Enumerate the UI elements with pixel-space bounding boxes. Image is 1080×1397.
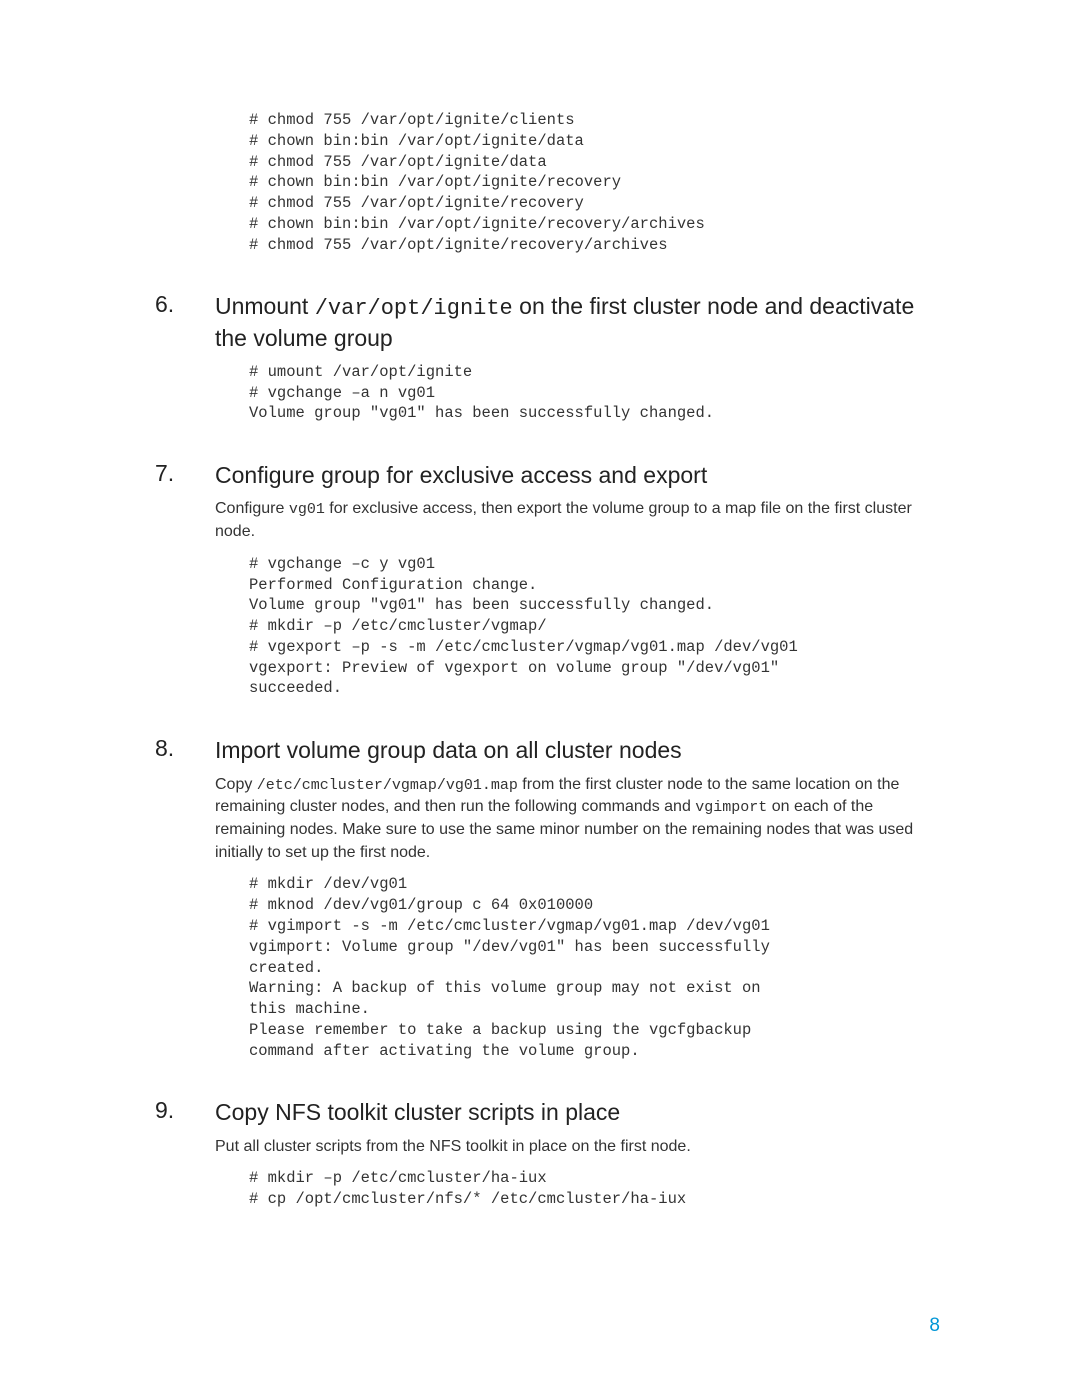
para-text-mono2: vgimport [695, 799, 767, 816]
para-9: Put all cluster scripts from the NFS too… [215, 1136, 940, 1159]
page: # chmod 755 /var/opt/ignite/clients # ch… [0, 0, 1080, 1397]
para-text-a1: Copy [215, 776, 257, 793]
section-9: 9. Copy NFS toolkit cluster scripts in p… [155, 1097, 940, 1210]
heading-text-mono: /var/opt/ignite [315, 296, 513, 321]
para-text-mono: vg01 [289, 501, 325, 518]
para-8: Copy /etc/cmcluster/vgmap/vg01.map from … [215, 774, 940, 865]
heading-number: 9. [155, 1097, 215, 1124]
heading-text-pre: Unmount [215, 293, 315, 319]
heading-text: Copy NFS toolkit cluster scripts in plac… [215, 1097, 620, 1127]
heading-9: 9. Copy NFS toolkit cluster scripts in p… [155, 1097, 940, 1127]
heading-text: Unmount /var/opt/ignite on the first clu… [215, 291, 940, 353]
page-number: 8 [929, 1315, 940, 1337]
code-block-top: # chmod 755 /var/opt/ignite/clients # ch… [249, 110, 940, 255]
heading-7: 7. Configure group for exclusive access … [155, 460, 940, 490]
para-text-pre: Configure [215, 500, 289, 517]
para-text-mono1: /etc/cmcluster/vgmap/vg01.map [257, 777, 518, 794]
section-8: 8. Import volume group data on all clust… [155, 735, 940, 1061]
heading-6: 6. Unmount /var/opt/ignite on the first … [155, 291, 940, 353]
heading-text: Configure group for exclusive access and… [215, 460, 707, 490]
code-block-8: # mkdir /dev/vg01 # mknod /dev/vg01/grou… [249, 874, 940, 1061]
code-block-9: # mkdir –p /etc/cmcluster/ha-iux # cp /o… [249, 1168, 940, 1210]
heading-number: 7. [155, 460, 215, 487]
code-block-7: # vgchange –c y vg01 Performed Configura… [249, 554, 940, 699]
heading-number: 8. [155, 735, 215, 762]
para-7: Configure vg01 for exclusive access, the… [215, 498, 940, 543]
section-7: 7. Configure group for exclusive access … [155, 460, 940, 699]
section-6: 6. Unmount /var/opt/ignite on the first … [155, 291, 940, 424]
heading-text: Import volume group data on all cluster … [215, 735, 682, 765]
heading-8: 8. Import volume group data on all clust… [155, 735, 940, 765]
heading-number: 6. [155, 291, 215, 318]
code-block-6: # umount /var/opt/ignite # vgchange –a n… [249, 362, 940, 424]
